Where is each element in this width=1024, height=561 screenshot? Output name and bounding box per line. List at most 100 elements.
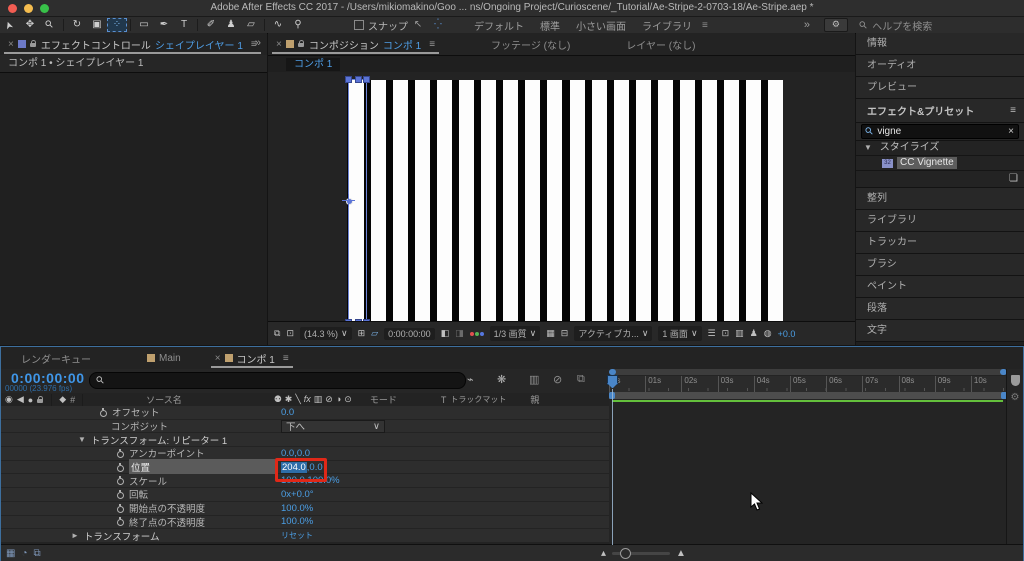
puppet-pin-tool-icon[interactable]: ⚲ bbox=[288, 18, 308, 32]
tri-down-icon[interactable]: ▼ bbox=[864, 143, 872, 152]
mask-visibility-icon[interactable]: ⊟ bbox=[561, 328, 569, 339]
property-label[interactable]: 回転 bbox=[129, 487, 148, 501]
zoom-out-icon[interactable]: ▴ bbox=[601, 548, 606, 559]
effects-category-row[interactable]: ▼ スタイライズ bbox=[856, 141, 1024, 156]
reset-link[interactable]: リセット bbox=[281, 530, 313, 541]
current-time-display[interactable]: 0:00:00:00 bbox=[384, 327, 435, 340]
histogram-icon[interactable]: ▥ bbox=[735, 328, 744, 339]
motion-blur-toggle-icon[interactable]: ◔ bbox=[21, 548, 27, 559]
workspace-tab[interactable]: デフォルト bbox=[474, 18, 524, 33]
timeline-track-area[interactable]: 0s 01s 02s 03s 04s 05s 06s 07s 08s 09s 10s bbox=[607, 369, 1007, 545]
composition-breadcrumb[interactable]: コンポ 1 bbox=[286, 58, 341, 71]
panel-menu-icon[interactable]: ≡ bbox=[283, 353, 289, 364]
property-label[interactable]: 終了点の不透明度 bbox=[129, 515, 205, 529]
sidebar-panel-header[interactable]: 整列 bbox=[856, 188, 1024, 210]
fx-column-label[interactable]: fx bbox=[304, 394, 311, 405]
sidebar-panel-header[interactable]: 段落 bbox=[856, 298, 1024, 320]
property-value[interactable]: 0.0,0.0 bbox=[281, 448, 310, 459]
tri-down-icon[interactable]: ▼ bbox=[78, 435, 86, 444]
property-row-rotation[interactable]: 回転 0x+0.0° bbox=[1, 488, 609, 502]
graph-editor-toggle-icon[interactable]: ⧉ bbox=[34, 548, 41, 559]
transparency-grid-icon[interactable]: ▦ bbox=[546, 328, 555, 339]
tab-effect-controls[interactable]: × エフェクトコントロール シェイプレイヤー 1 ≡ bbox=[0, 33, 265, 55]
group-label[interactable]: トランスフォーム bbox=[84, 529, 160, 543]
property-row-composite[interactable]: コンポジット 下へ ∨ bbox=[1, 419, 609, 434]
workspace-tab[interactable]: 標準 bbox=[540, 18, 560, 33]
rotation-tool-icon[interactable]: ↻ bbox=[67, 18, 87, 32]
property-value[interactable]: 0x+0.0° bbox=[281, 489, 314, 500]
stopwatch-icon[interactable] bbox=[116, 462, 125, 472]
tab-main-comp[interactable]: Main bbox=[139, 347, 189, 369]
workspace-menu-icon[interactable]: ≡ bbox=[702, 20, 708, 31]
clear-search-icon[interactable]: × bbox=[1008, 126, 1014, 137]
type-tool-icon[interactable]: T bbox=[174, 18, 194, 32]
property-label[interactable]: 位置 bbox=[129, 459, 275, 476]
frame-blend-icon[interactable]: ▥ bbox=[529, 373, 539, 386]
mini-flowchart-icon[interactable]: ⌁ bbox=[467, 373, 474, 386]
editing-value[interactable]: 204.0 bbox=[281, 461, 307, 473]
tab-footage[interactable]: フッテージ (なし) bbox=[483, 33, 578, 55]
camera-tool-icon[interactable]: ▣ bbox=[87, 18, 107, 32]
effects-presets-header[interactable]: エフェクト&プリセット ≡ bbox=[856, 99, 1024, 123]
timeline-navigator[interactable] bbox=[609, 369, 1007, 375]
corner-fold-icon[interactable]: ❏ bbox=[1009, 171, 1018, 187]
sidebar-panel-header[interactable]: 文字 bbox=[856, 320, 1024, 342]
playhead-marker[interactable] bbox=[607, 375, 618, 389]
pen-tool-icon[interactable]: ✒ bbox=[154, 18, 174, 32]
sidebar-panel-header[interactable]: ブラシ bbox=[856, 254, 1024, 276]
property-value[interactable]: 100.0,100.0% bbox=[281, 475, 340, 486]
work-area-bar[interactable] bbox=[609, 392, 1007, 399]
sidebar-panel-header[interactable]: 情報 bbox=[856, 33, 1024, 55]
sidebar-panel-header[interactable]: ペイント bbox=[856, 276, 1024, 298]
comp-button-icon[interactable]: ⚙ bbox=[1007, 392, 1023, 403]
frame-blend-toggle-icon[interactable]: ▦ bbox=[6, 548, 15, 559]
rectangle-tool-icon[interactable]: ▭ bbox=[134, 18, 154, 32]
resolution-dropdown[interactable]: 1/3 画質 ∨ bbox=[489, 326, 541, 341]
lock-icon[interactable] bbox=[29, 40, 37, 48]
zoom-slider-track[interactable] bbox=[612, 548, 671, 559]
group-row-transform[interactable]: ► トランスフォーム リセット bbox=[1, 529, 609, 543]
property-row-offset[interactable]: オフセット 0.0 bbox=[1, 406, 609, 420]
tab-composition[interactable]: × コンポジション コンポ 1 ≡ bbox=[268, 33, 443, 55]
stopwatch-icon[interactable] bbox=[99, 407, 108, 417]
tab-comp-1[interactable]: × コンポ 1 ≡ bbox=[207, 347, 297, 369]
stopwatch-icon[interactable] bbox=[116, 517, 125, 527]
property-value[interactable]: 0.0 bbox=[281, 407, 294, 418]
close-tab-icon[interactable]: × bbox=[8, 39, 14, 50]
eraser-tool-icon[interactable]: ▱ bbox=[241, 18, 261, 32]
property-value[interactable]: 100.0% bbox=[281, 516, 313, 527]
sidebar-panel-header[interactable]: トラッカー bbox=[856, 232, 1024, 254]
property-row-position[interactable]: 位置 204.0,0.0 bbox=[1, 457, 609, 482]
close-tab-icon[interactable]: × bbox=[276, 39, 282, 50]
multi-view-icon[interactable]: ⧉ bbox=[274, 328, 280, 339]
property-row-anchor-point[interactable]: アンカーポイント 0.0,0.0 bbox=[1, 447, 609, 461]
workspace-tab[interactable]: ライブラリ bbox=[642, 18, 692, 33]
group-label[interactable]: トランスフォーム: リピーター 1 bbox=[91, 433, 227, 447]
exposure-value[interactable]: +0.0 bbox=[778, 329, 796, 339]
panel-overflow-icon[interactable]: » bbox=[255, 37, 261, 49]
snap-angle-icon[interactable]: ↖ bbox=[408, 18, 428, 32]
help-search-box[interactable]: ⚲ ヘルプを検索 bbox=[857, 18, 1000, 33]
stopwatch-icon[interactable] bbox=[116, 448, 125, 458]
graph-editor-icon[interactable]: ⧉ bbox=[577, 373, 585, 386]
parent-column[interactable]: 親 bbox=[530, 393, 539, 406]
frame-blend-column-icon[interactable]: ▥ bbox=[314, 394, 323, 405]
property-label[interactable]: コンポジット bbox=[111, 419, 168, 433]
solo-column-icon[interactable]: ● bbox=[28, 395, 33, 405]
zoom-in-icon[interactable]: ▲ bbox=[676, 548, 686, 559]
snapshot-icon[interactable]: ◧ bbox=[441, 328, 450, 339]
lock-icon[interactable] bbox=[297, 40, 305, 48]
exposure-shutter-icon[interactable]: ◍ bbox=[764, 328, 772, 339]
shy-icon[interactable]: ⚉ bbox=[274, 394, 282, 405]
magnification-dropdown[interactable]: (14.3 %) ∨ bbox=[299, 327, 352, 340]
camera-dropdown[interactable]: アクティブカ... ∨ bbox=[574, 326, 653, 341]
adjustment-column-icon[interactable]: ◑ bbox=[336, 394, 341, 405]
tab-layer[interactable]: レイヤー (なし) bbox=[618, 33, 703, 55]
zoom-slider-knob[interactable] bbox=[620, 548, 632, 559]
stopwatch-icon[interactable] bbox=[116, 476, 125, 486]
handle-top-center[interactable] bbox=[355, 76, 362, 83]
effects-search-input[interactable]: ⚲ vigne × bbox=[861, 124, 1019, 139]
panel-menu-icon[interactable]: ≡ bbox=[1010, 105, 1016, 116]
tab-render-queue[interactable]: レンダーキュー bbox=[13, 347, 99, 369]
monitor-icon[interactable]: ⊡ bbox=[286, 328, 294, 339]
